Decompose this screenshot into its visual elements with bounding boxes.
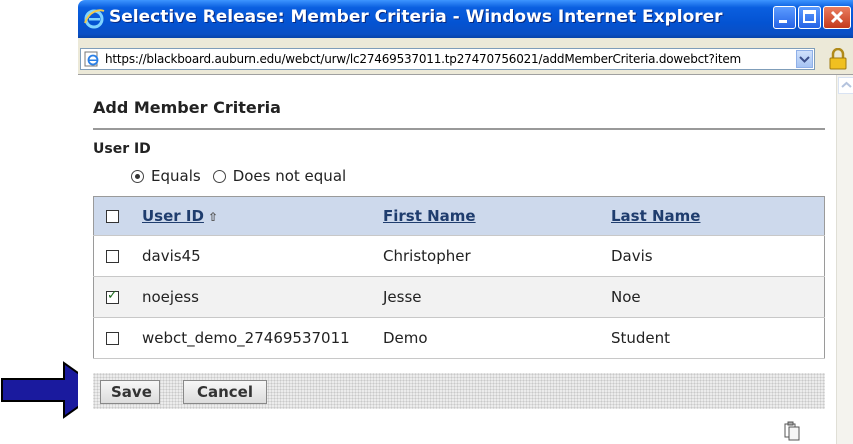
minimize-button[interactable] <box>773 6 796 29</box>
lock-icon[interactable] <box>828 48 848 70</box>
row-checkbox[interactable] <box>106 288 119 304</box>
maximize-icon <box>803 10 816 23</box>
page-content: Add Member Criteria User ID Equals Does … <box>78 75 836 444</box>
table-row: webct_demo_27469537011 Demo Student <box>93 317 825 359</box>
scroll-up-button[interactable] <box>838 77 853 94</box>
first-name-column-header[interactable]: First Name <box>383 207 476 225</box>
chevron-up-icon <box>841 81 852 88</box>
not-equal-radio-label: Does not equal <box>232 167 347 185</box>
clipboard-icon[interactable] <box>783 421 801 441</box>
minimize-icon <box>779 20 787 23</box>
page-title: Add Member Criteria <box>93 98 281 117</box>
first-name-cell: Jesse <box>383 276 611 318</box>
table-row: davis45 Christopher Davis <box>93 235 825 277</box>
page-icon <box>84 51 99 67</box>
last-name-cell: Noe <box>611 276 825 318</box>
last-name-cell: Davis <box>611 235 825 277</box>
not-equal-radio[interactable] <box>212 169 226 183</box>
row-checkbox[interactable] <box>106 250 119 263</box>
cancel-button[interactable]: Cancel <box>183 380 267 404</box>
divider <box>93 128 825 130</box>
url-field[interactable]: https://blackboard.auburn.edu/webct/urw/… <box>80 48 815 70</box>
window-title: Selective Release: Member Criteria - Win… <box>109 7 723 27</box>
maximize-button[interactable] <box>798 6 821 29</box>
user-id-column-header[interactable]: User ID <box>142 207 204 225</box>
address-bar: https://blackboard.auburn.edu/webct/urw/… <box>78 38 853 75</box>
user-id-cell: davis45 <box>142 235 383 277</box>
first-name-cell: Christopher <box>383 235 611 277</box>
criteria-label: User ID <box>93 141 151 157</box>
row-checkbox[interactable] <box>106 332 119 345</box>
title-bar: Selective Release: Member Criteria - Win… <box>78 0 853 38</box>
save-button[interactable]: Save <box>100 380 160 404</box>
last-name-cell: Student <box>611 317 825 359</box>
address-dropdown-button[interactable] <box>796 50 813 68</box>
select-all-checkbox[interactable] <box>106 210 119 223</box>
vertical-scrollbar[interactable] <box>836 75 853 444</box>
button-bar: Save Cancel <box>93 373 825 409</box>
equals-radio-label: Equals <box>151 167 201 185</box>
last-name-column-header[interactable]: Last Name <box>611 207 700 225</box>
close-icon <box>830 10 844 24</box>
user-id-cell: noejess <box>142 276 383 318</box>
members-table: User ID ⇧ First Name Last Name davis45 Ch… <box>93 196 825 359</box>
user-id-cell: webct_demo_27469537011 <box>142 317 383 359</box>
browser-window: Selective Release: Member Criteria - Win… <box>78 0 853 444</box>
table-row: noejess Jesse Noe <box>93 276 825 318</box>
close-button[interactable] <box>823 6 851 29</box>
first-name-cell: Demo <box>383 317 611 359</box>
url-text: https://blackboard.auburn.edu/webct/urw/… <box>105 52 742 66</box>
match-mode-radio-group: Equals Does not equal <box>131 167 346 185</box>
sort-ascending-icon[interactable]: ⇧ <box>208 210 218 224</box>
internet-explorer-icon <box>84 9 105 29</box>
table-header-row: User ID ⇧ First Name Last Name <box>93 196 825 236</box>
chevron-down-icon <box>799 56 810 63</box>
equals-radio[interactable] <box>131 169 144 183</box>
